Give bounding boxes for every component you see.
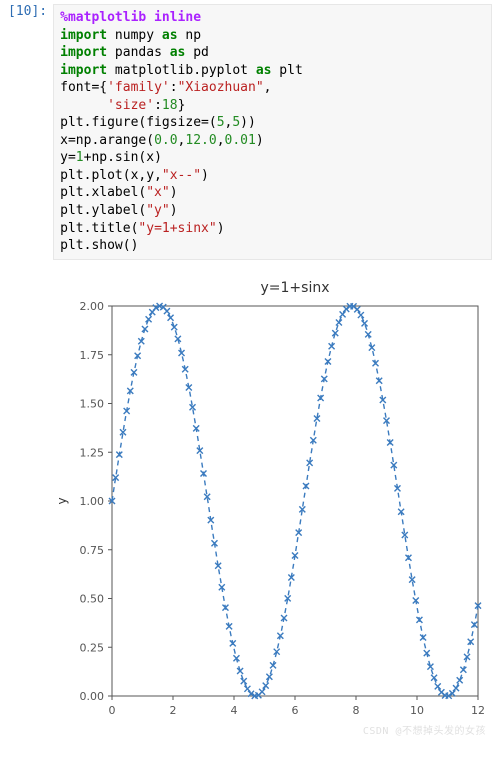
y-tick-label: 1.25 (80, 446, 105, 459)
cell-prompt: [10]: (8, 4, 53, 19)
x-tick-label: 0 (109, 704, 116, 717)
x-tick-label: 12 (471, 704, 485, 717)
kw-import: import (60, 63, 107, 78)
kw-import: import (60, 28, 107, 43)
chart-output: y=1+sinx 0 2 4 6 8 10 12 0.00 0.25 0.50 0.75 1.00 1.2… (8, 276, 492, 736)
y-tick-label: 1.00 (80, 495, 105, 508)
y-tick-label: 0.50 (80, 592, 105, 605)
x-tick-label: 2 (170, 704, 177, 717)
x-tick-label: 8 (353, 704, 360, 717)
chart-title: y=1+sinx (261, 280, 330, 296)
y-tick-label: 2.00 (80, 300, 105, 313)
code-block[interactable]: %matplotlib inline import numpy as np im… (53, 4, 492, 260)
code-cell: [10]: %matplotlib inline import numpy as… (8, 4, 492, 260)
y-tick-label: 0.25 (80, 641, 105, 654)
x-tick-label: 6 (292, 704, 299, 717)
magic-line: %matplotlib inline (60, 10, 201, 25)
series-markers (109, 303, 481, 699)
x-tick-label: 10 (410, 704, 424, 717)
y-axis-label: y (55, 497, 69, 504)
y-tick-label: 1.50 (80, 397, 105, 410)
chart-svg: y=1+sinx 0 2 4 6 8 10 12 0.00 0.25 0.50 0.75 1.00 1.2… (50, 276, 490, 736)
x-tick-label: 4 (231, 704, 238, 717)
y-tick-label: 0.75 (80, 543, 105, 556)
kw-import: import (60, 45, 107, 60)
y-tick-label: 0.00 (80, 690, 105, 703)
watermark: CSDN @不想掉头发的女孩 (8, 722, 492, 737)
y-tick-label: 1.75 (80, 348, 105, 361)
